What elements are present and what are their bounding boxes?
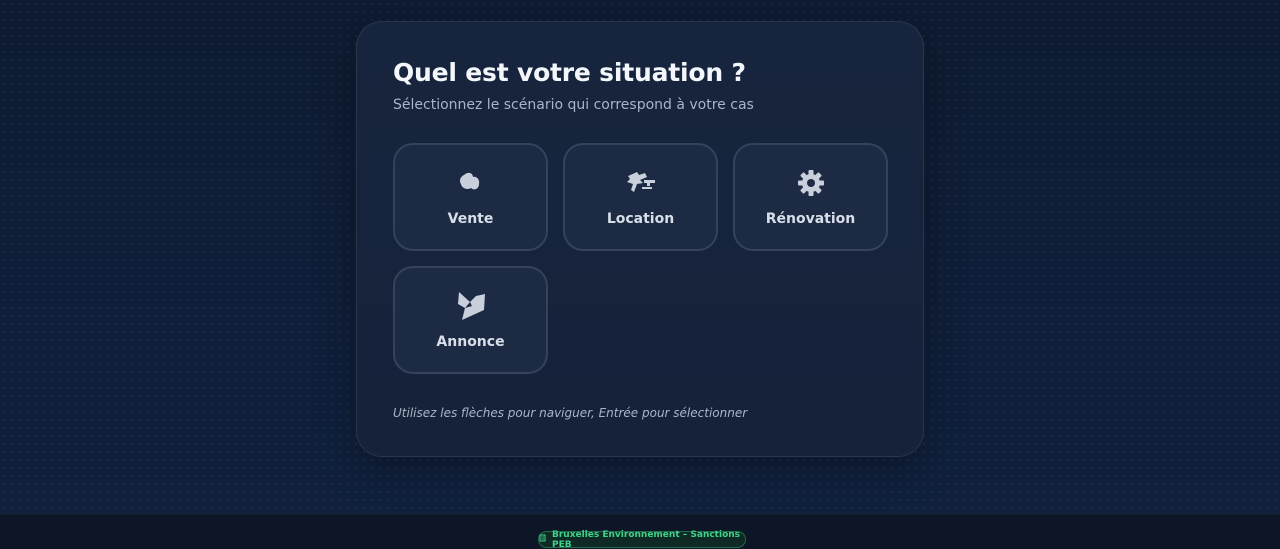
document-icon xyxy=(539,534,547,545)
keyboard-hint: Utilisez les flèches pour naviguer, Entr… xyxy=(393,406,748,420)
option-location[interactable]: Location xyxy=(563,143,718,251)
option-label: Annonce xyxy=(436,334,505,350)
page-title: Quel est votre situation ? xyxy=(393,58,746,87)
option-renovation[interactable]: Rénovation xyxy=(733,143,888,251)
blob-icon xyxy=(455,167,487,199)
megaphone-icon xyxy=(455,290,487,322)
option-vente[interactable]: Vente xyxy=(393,143,548,251)
option-annonce[interactable]: Annonce xyxy=(393,266,548,374)
option-label: Vente xyxy=(447,211,494,227)
source-badge[interactable]: Bruxelles Environnement – Sanctions PEB xyxy=(538,529,746,549)
gear-icon xyxy=(795,167,827,199)
option-label: Rénovation xyxy=(765,211,856,227)
page-subtitle: Sélectionnez le scénario qui correspond … xyxy=(393,97,754,113)
option-label: Location xyxy=(606,211,675,227)
footer: Bruxelles Environnement – Sanctions PEB xyxy=(0,514,1280,549)
key-transfer-icon xyxy=(625,167,657,199)
scenario-card: Quel est votre situation ? Sélectionnez … xyxy=(356,21,924,457)
badge-text: Bruxelles Environnement – Sanctions PEB xyxy=(552,529,741,549)
